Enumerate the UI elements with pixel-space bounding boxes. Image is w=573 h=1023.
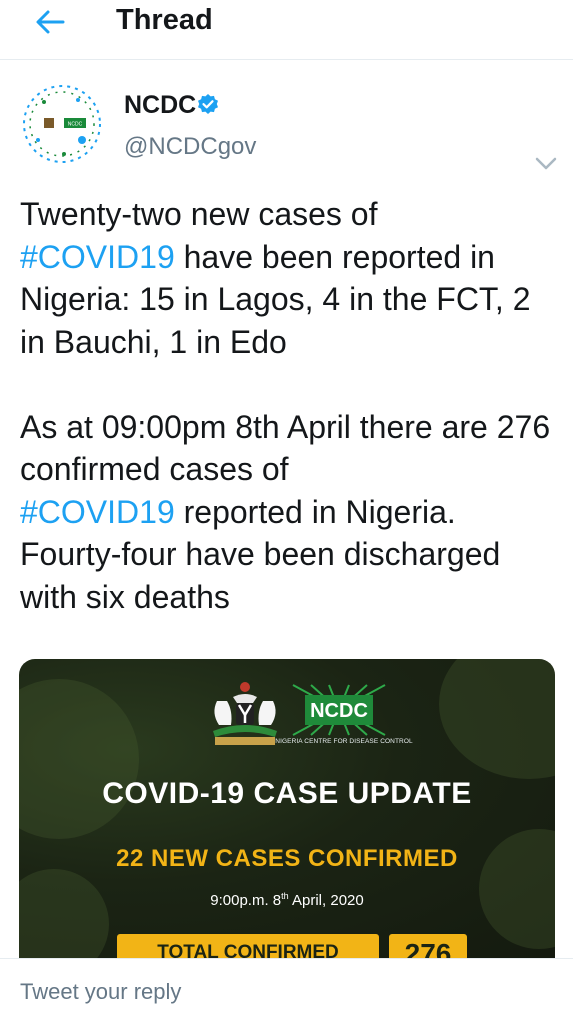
date-prefix: 9:00p.m. 8 — [210, 892, 282, 909]
background-texture — [19, 869, 109, 959]
background-texture — [439, 659, 555, 779]
reply-bar — [0, 958, 573, 1023]
date-suffix: th — [281, 891, 289, 901]
date-rest: April, 2020 — [288, 892, 364, 909]
arrow-left-icon — [36, 10, 65, 34]
total-confirmed-label: TOTAL CONFIRMED — [117, 934, 379, 959]
back-button[interactable] — [28, 6, 72, 38]
background-texture — [19, 679, 139, 839]
verified-badge-icon — [198, 94, 218, 114]
media-title: COVID-19 CASE UPDATE — [102, 777, 472, 810]
tweet-text-part: Twenty-two new cases of — [20, 196, 378, 232]
update-date: 9:00p.m. 8th April, 2020 — [19, 891, 555, 909]
author-name[interactable]: NCDC — [124, 90, 196, 120]
ncdc-logo: NCDC — [292, 684, 386, 736]
tweet-header: NCDC NCDC @NCDCgov — [0, 60, 573, 170]
top-bar: Thread — [0, 0, 573, 60]
tweet-text-part: As at 09:00pm 8th April there are 276 co… — [20, 408, 559, 488]
avatar[interactable]: NCDC — [16, 78, 108, 170]
tweet-text: Twenty-two new cases of #COVID19 have be… — [20, 193, 560, 618]
reply-input[interactable] — [20, 975, 550, 1009]
ncdc-logo-text: NCDC — [310, 700, 368, 722]
ncdc-avatar-logo: NCDC — [23, 85, 101, 163]
page-title: Thread — [116, 4, 213, 36]
svg-text:NCDC: NCDC — [68, 122, 83, 128]
author-handle[interactable]: @NCDCgov — [124, 132, 256, 162]
chevron-down-icon[interactable] — [534, 156, 558, 172]
hashtag-link[interactable]: #COVID19 — [20, 239, 175, 275]
ncdc-subtitle: NIGERIA CENTRE FOR DISEASE CONTROL — [275, 738, 413, 745]
hashtag-link[interactable]: #COVID19 — [20, 494, 175, 530]
tweet-media-image[interactable]: NCDC NIGERIA CENTRE FOR DISEASE CONTROL … — [19, 659, 555, 959]
total-confirmed-value: 276 — [389, 934, 467, 959]
new-cases-text: 22 NEW CASES CONFIRMED — [116, 845, 458, 872]
